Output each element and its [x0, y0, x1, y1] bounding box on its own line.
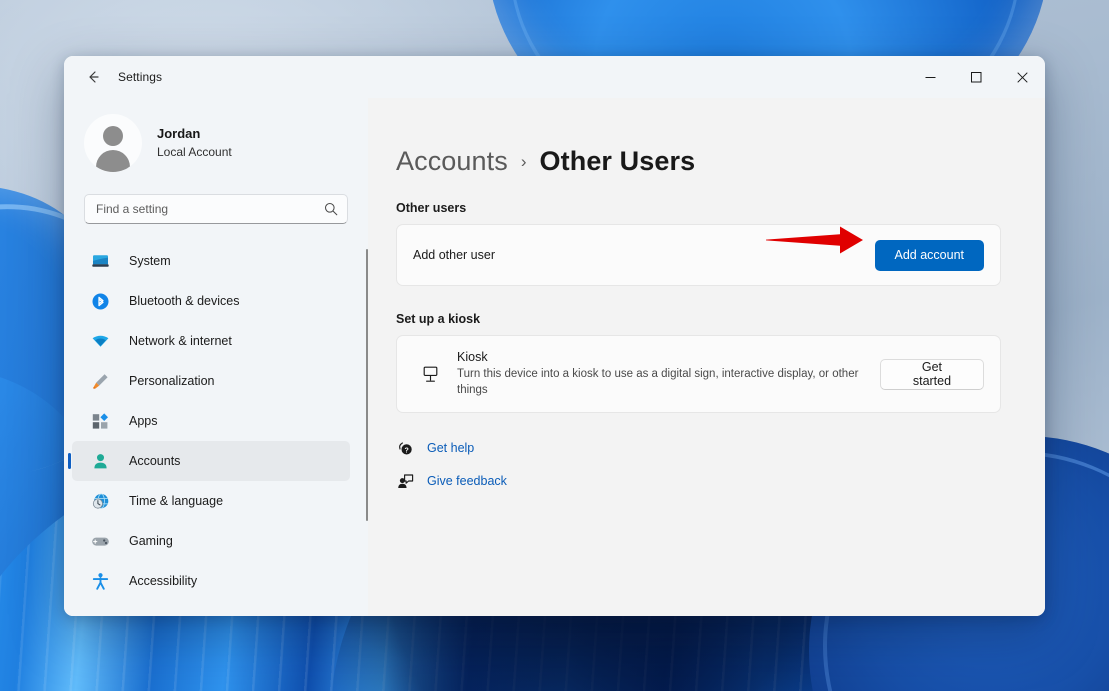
avatar-shoulders	[96, 150, 130, 172]
profile-block[interactable]: Jordan Local Account	[64, 98, 368, 172]
sidebar-item-personalization[interactable]: Personalization	[72, 361, 350, 401]
kiosk-section-label: Set up a kiosk	[396, 312, 481, 326]
window-controls	[907, 56, 1045, 98]
svg-text:?: ?	[404, 447, 408, 454]
give-feedback-link[interactable]: Give feedback	[427, 474, 507, 488]
add-account-button[interactable]: Add account	[874, 239, 984, 271]
sidebar-nav: System Bluetooth & devices Network & int…	[64, 241, 368, 616]
accessibility-person-icon	[90, 571, 110, 591]
sidebar-item-bluetooth-devices[interactable]: Bluetooth & devices	[72, 281, 350, 321]
sidebar-item-network-internet[interactable]: Network & internet	[72, 321, 350, 361]
sidebar-item-system[interactable]: System	[72, 241, 350, 281]
kiosk-title: Kiosk	[457, 349, 488, 364]
profile-name: Jordan	[157, 125, 201, 141]
breadcrumb: Accounts › Other Users	[396, 146, 1001, 177]
sidebar-item-apps[interactable]: Apps	[72, 401, 350, 441]
other-users-section-label: Other users	[396, 201, 467, 215]
sidebar-item-label: Time & language	[129, 494, 224, 508]
get-started-button[interactable]: Get started	[879, 358, 984, 390]
accounts-person-icon	[90, 451, 110, 471]
sidebar-scrollbar[interactable]	[366, 249, 368, 521]
user-avatar-icon	[84, 114, 142, 172]
maximize-icon	[970, 71, 981, 82]
gamepad-icon	[90, 531, 110, 551]
search-input[interactable]	[96, 202, 324, 216]
system-icon	[90, 251, 110, 271]
window-titlebar: Settings	[64, 56, 1045, 98]
kiosk-text-block: Kiosk Turn this device into a kiosk to u…	[457, 350, 880, 399]
maximize-button[interactable]	[953, 56, 999, 98]
search-icon	[324, 202, 338, 216]
add-other-user-row: Add other user Add account	[396, 224, 1001, 286]
sidebar-item-label: System	[129, 254, 171, 268]
kiosk-row: Kiosk Turn this device into a kiosk to u…	[396, 335, 1001, 413]
kiosk-description: Turn this device into a kiosk to use as …	[457, 367, 859, 396]
sidebar-item-label: Personalization	[129, 374, 215, 388]
breadcrumb-parent[interactable]: Accounts	[396, 146, 508, 177]
back-button[interactable]	[76, 62, 110, 92]
search-wrapper	[64, 172, 368, 224]
apps-icon	[90, 411, 110, 431]
main-content: Accounts › Other Users Other users Add o…	[368, 98, 1045, 616]
wifi-icon	[90, 331, 110, 351]
avatar-head	[103, 126, 123, 146]
bluetooth-icon	[90, 291, 110, 311]
get-help-link[interactable]: Get help	[427, 441, 474, 455]
help-links: ? Get help Give feedback	[396, 439, 1001, 490]
sidebar-item-label: Accessibility	[129, 574, 198, 588]
breadcrumb-separator-icon: ›	[520, 151, 527, 171]
give-feedback-row[interactable]: Give feedback	[396, 472, 1001, 490]
minimize-button[interactable]	[907, 56, 953, 98]
profile-text: Jordan Local Account	[157, 125, 232, 161]
close-button[interactable]	[999, 56, 1045, 98]
sidebar-item-time-language[interactable]: Time & language	[72, 481, 350, 521]
minimize-icon	[925, 76, 935, 78]
page-title: Other Users	[539, 146, 696, 176]
settings-window: Settings Jordan Local Account Find a set…	[64, 56, 1045, 616]
back-arrow-icon	[89, 71, 99, 83]
sidebar: Jordan Local Account Find a setting Syst…	[64, 98, 368, 616]
sidebar-item-label: Apps	[129, 414, 158, 428]
sidebar-item-label: Bluetooth & devices	[129, 294, 240, 308]
feedback-person-icon	[396, 472, 414, 490]
window-title: Settings	[118, 70, 163, 84]
clock-globe-icon	[90, 491, 110, 511]
help-question-icon: ?	[396, 439, 414, 457]
search-box[interactable]	[84, 194, 348, 224]
sidebar-item-label: Accounts	[129, 454, 181, 468]
sidebar-item-accessibility[interactable]: Accessibility	[72, 561, 350, 601]
sidebar-item-gaming[interactable]: Gaming	[72, 521, 350, 561]
profile-account-type: Local Account	[157, 144, 232, 159]
kiosk-display-icon	[413, 364, 447, 385]
window-body: Jordan Local Account Find a setting Syst…	[64, 98, 1045, 616]
get-help-row[interactable]: ? Get help	[396, 439, 1001, 457]
paintbrush-icon	[90, 371, 110, 391]
sidebar-item-accounts[interactable]: Accounts	[72, 441, 350, 481]
sidebar-item-label: Gaming	[129, 534, 173, 548]
sidebar-item-label: Network & internet	[129, 334, 232, 348]
add-other-user-label: Add other user	[413, 248, 495, 262]
close-icon	[1016, 71, 1028, 83]
